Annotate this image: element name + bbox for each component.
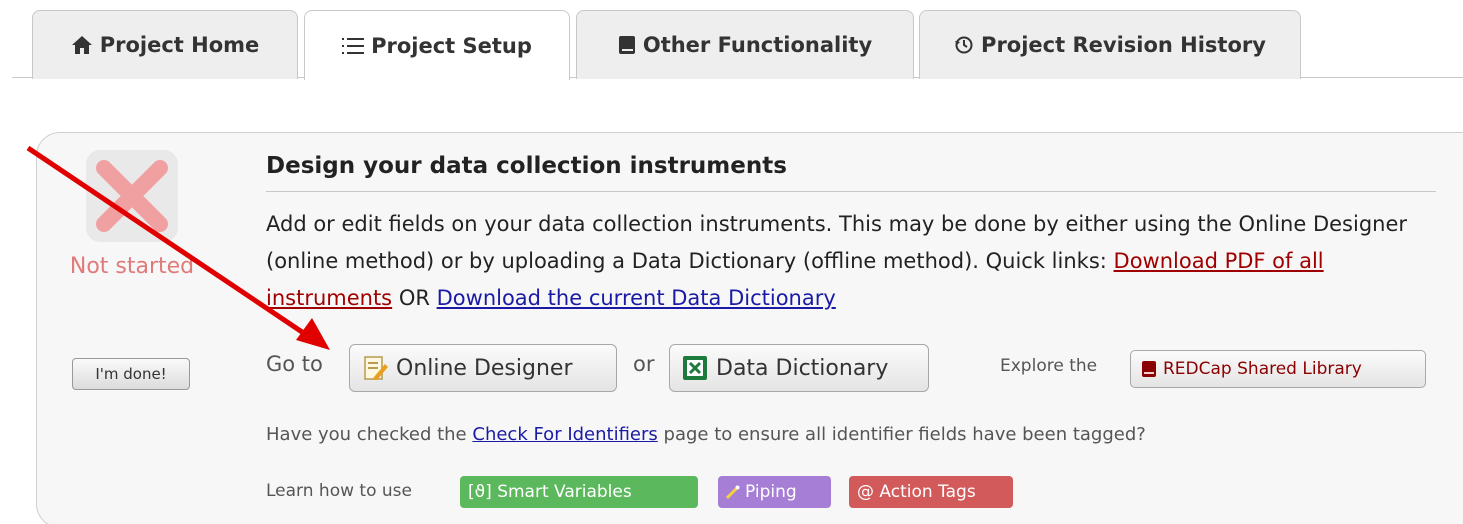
explore-label: Explore the xyxy=(1000,356,1098,376)
go-to-label: Go to xyxy=(266,352,323,376)
smart-variables-button[interactable]: [ϑ] Smart Variables xyxy=(460,476,698,508)
learn-label: Learn how to use xyxy=(266,481,412,501)
check-prefix: Have you checked the xyxy=(266,424,467,445)
book-icon xyxy=(618,35,636,55)
im-done-button[interactable]: I'm done! xyxy=(72,358,190,390)
tab-bar: Project Home Project Setup Other Functio… xyxy=(12,0,1463,80)
shared-library-label: REDCap Shared Library xyxy=(1163,359,1362,379)
tab-label: Project Setup xyxy=(371,33,532,58)
tab-label: Other Functionality xyxy=(642,33,873,57)
data-dictionary-label: Data Dictionary xyxy=(716,355,889,381)
book-icon xyxy=(1141,360,1157,378)
excel-icon xyxy=(682,355,708,381)
or-label: or xyxy=(633,352,655,376)
home-icon xyxy=(71,35,93,55)
data-dictionary-button[interactable]: Data Dictionary xyxy=(669,344,929,392)
shared-library-button[interactable]: REDCap Shared Library xyxy=(1130,350,1426,388)
status-text: Not started xyxy=(69,254,195,279)
online-designer-label: Online Designer xyxy=(396,355,573,381)
tab-label: Project Home xyxy=(99,33,260,57)
tab-project-revision-history[interactable]: Project Revision History xyxy=(919,10,1301,79)
check-identifiers-line: Have you checked the Check For Identifie… xyxy=(266,424,1146,445)
check-for-identifiers-link[interactable]: Check For Identifiers xyxy=(472,424,657,445)
or-word: OR xyxy=(398,286,430,310)
history-icon xyxy=(954,35,974,55)
action-tags-button[interactable]: @ Action Tags xyxy=(849,476,1013,508)
tab-label: Project Revision History xyxy=(981,33,1266,57)
section-description: Add or edit fields on your data collecti… xyxy=(266,206,1446,317)
wand-icon xyxy=(726,485,740,499)
x-mark-icon xyxy=(86,150,178,242)
piping-label: Piping xyxy=(745,482,797,502)
tab-project-home[interactable]: Project Home xyxy=(32,10,298,79)
edit-form-icon xyxy=(364,355,388,381)
list-icon xyxy=(342,37,365,55)
project-setup-page: Project Home Project Setup Other Functio… xyxy=(0,0,1463,524)
download-data-dictionary-link[interactable]: Download the current Data Dictionary xyxy=(437,286,836,310)
check-suffix: page to ensure all identifier fields hav… xyxy=(663,424,1146,445)
section-title: Design your data collection instruments xyxy=(266,153,1436,192)
online-designer-button[interactable]: Online Designer xyxy=(349,344,617,392)
tab-project-setup[interactable]: Project Setup xyxy=(304,10,570,80)
piping-button[interactable]: Piping xyxy=(718,476,831,508)
tab-other-functionality[interactable]: Other Functionality xyxy=(576,10,914,79)
